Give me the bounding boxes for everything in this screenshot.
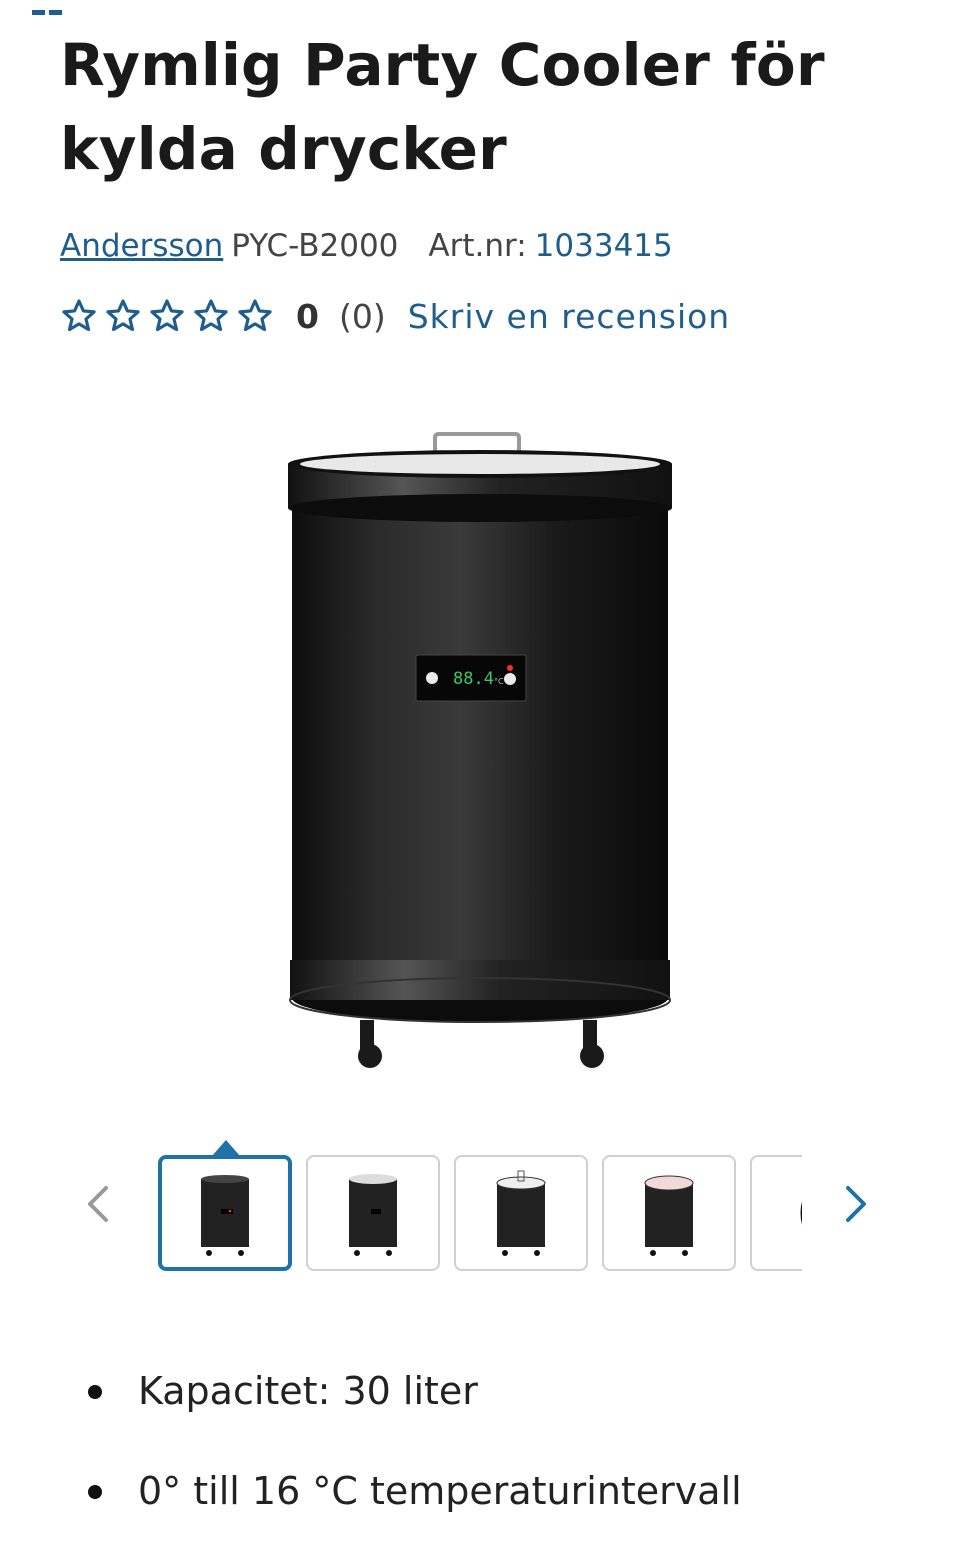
main-product-image[interactable]: 88.4 °C bbox=[270, 420, 690, 1100]
star-outline-icon bbox=[104, 297, 142, 335]
rating-row: 0 (0) Skriv en recension bbox=[60, 290, 730, 342]
list-item: Kapacitet: 30 liter bbox=[88, 1356, 742, 1456]
temperature-unit: °C bbox=[494, 677, 504, 686]
write-review-link[interactable]: Skriv en recension bbox=[408, 297, 731, 336]
model-number: PYC-B2000 bbox=[231, 228, 399, 264]
star-outline-icon bbox=[192, 297, 230, 335]
article-number-value: 1033415 bbox=[534, 228, 673, 264]
list-item: 0° till 16 °C temperaturintervall bbox=[88, 1456, 742, 1556]
product-title-line-1: Rymlig Party Cooler för bbox=[60, 31, 825, 99]
rating-stars bbox=[60, 297, 274, 335]
header-fragment bbox=[32, 0, 68, 15]
chevron-right-icon bbox=[842, 1184, 870, 1224]
thumbnail-2[interactable] bbox=[306, 1155, 440, 1271]
star-outline-icon bbox=[148, 297, 186, 335]
product-title-line-2: kylda drycker bbox=[60, 115, 507, 183]
thumbnail-5[interactable] bbox=[750, 1155, 802, 1271]
article-number-label: Art.nr: bbox=[428, 228, 527, 264]
temperature-readout: 88.4 bbox=[453, 669, 494, 689]
gallery-next-button[interactable] bbox=[842, 1184, 870, 1224]
rating-score: 0 bbox=[296, 296, 319, 336]
feature-text: 0° till 16 °C temperaturintervall bbox=[138, 1469, 742, 1513]
star-outline-icon bbox=[60, 297, 98, 335]
star-outline-icon bbox=[236, 297, 274, 335]
gallery-prev-button[interactable] bbox=[84, 1184, 112, 1224]
brand-link[interactable]: Andersson bbox=[60, 228, 223, 264]
feature-text: Kapacitet: 30 liter bbox=[138, 1369, 478, 1413]
chevron-left-icon bbox=[84, 1184, 112, 1224]
feature-list: Kapacitet: 30 liter 0° till 16 °C temper… bbox=[88, 1356, 742, 1556]
thumbnail-4[interactable] bbox=[602, 1155, 736, 1271]
product-title: Rymlig Party Cooler för kylda drycker bbox=[60, 36, 880, 204]
bullet-icon bbox=[88, 1485, 102, 1499]
product-meta: Andersson PYC-B2000 Art.nr: 1033415 bbox=[60, 228, 673, 264]
thumbnail-3[interactable] bbox=[454, 1155, 588, 1271]
rating-count: (0) bbox=[338, 296, 386, 336]
thumbnail-1[interactable] bbox=[158, 1155, 292, 1271]
thumbnail-strip bbox=[158, 1140, 802, 1276]
bullet-icon bbox=[88, 1385, 102, 1399]
